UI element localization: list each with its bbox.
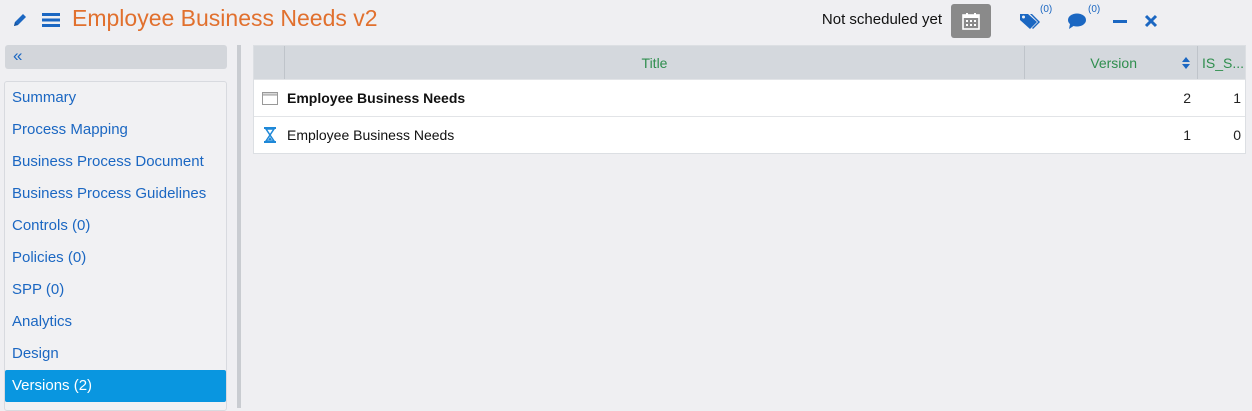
column-header-is-s[interactable]: IS_S...	[1198, 46, 1245, 79]
header-icon-column	[254, 46, 285, 79]
top-bar: Employee Business Needs v2 Not scheduled…	[0, 0, 1252, 42]
sidebar-item-design[interactable]: Design	[5, 338, 226, 370]
table-row[interactable]: Employee Business Needs 1 0	[254, 116, 1245, 153]
calendar-icon	[962, 13, 980, 30]
comment-count: (0)	[1088, 4, 1101, 15]
table-row[interactable]: Employee Business Needs 2 1	[254, 79, 1245, 116]
panel-splitter[interactable]	[237, 45, 241, 408]
hourglass-icon	[263, 127, 276, 143]
sidebar-item-spp[interactable]: SPP (0)	[5, 274, 226, 306]
row-version: 1	[1183, 127, 1191, 143]
column-version-label: Version	[1090, 54, 1137, 71]
window-icon	[261, 91, 278, 105]
sidebar-item-business-process-document[interactable]: Business Process Document	[5, 146, 226, 178]
page-title: Employee Business Needs v2	[72, 5, 378, 31]
sidebar-item-summary[interactable]: Summary	[5, 82, 226, 114]
sidebar: Summary Process Mapping Business Process…	[4, 81, 227, 411]
row-title: Employee Business Needs	[287, 90, 466, 106]
hamburger-menu-icon[interactable]	[40, 9, 62, 31]
tags-icon[interactable]	[1018, 10, 1042, 32]
column-is-s-label: IS_S...	[1202, 54, 1245, 71]
grid-header: Title Version IS_S...	[254, 46, 1245, 79]
sidebar-item-process-mapping[interactable]: Process Mapping	[5, 114, 226, 146]
edit-pencil-icon[interactable]	[10, 9, 30, 31]
minimize-icon[interactable]	[1110, 10, 1130, 32]
versions-grid: Title Version IS_S... Employee Business …	[253, 45, 1246, 154]
collapse-sidebar-button[interactable]: «	[5, 45, 227, 69]
row-is-s: 1	[1233, 90, 1241, 106]
column-header-title[interactable]: Title	[285, 46, 1025, 79]
sidebar-item-versions[interactable]: Versions (2)	[5, 370, 226, 402]
tag-count: (0)	[1040, 4, 1053, 15]
row-version: 2	[1183, 90, 1191, 106]
close-icon[interactable]	[1141, 10, 1161, 32]
column-header-version[interactable]: Version	[1025, 46, 1198, 79]
comment-icon[interactable]	[1065, 10, 1089, 32]
row-is-s: 0	[1233, 127, 1241, 143]
sidebar-item-controls[interactable]: Controls (0)	[5, 210, 226, 242]
column-title-label: Title	[641, 54, 668, 71]
sidebar-item-business-process-guidelines[interactable]: Business Process Guidelines	[5, 178, 226, 210]
row-title: Employee Business Needs	[287, 127, 455, 143]
sidebar-item-analytics[interactable]: Analytics	[5, 306, 226, 338]
sort-icon[interactable]	[1181, 56, 1191, 70]
sidebar-item-policies[interactable]: Policies (0)	[5, 242, 226, 274]
calendar-button[interactable]	[951, 4, 991, 38]
schedule-status: Not scheduled yet	[821, 11, 942, 28]
